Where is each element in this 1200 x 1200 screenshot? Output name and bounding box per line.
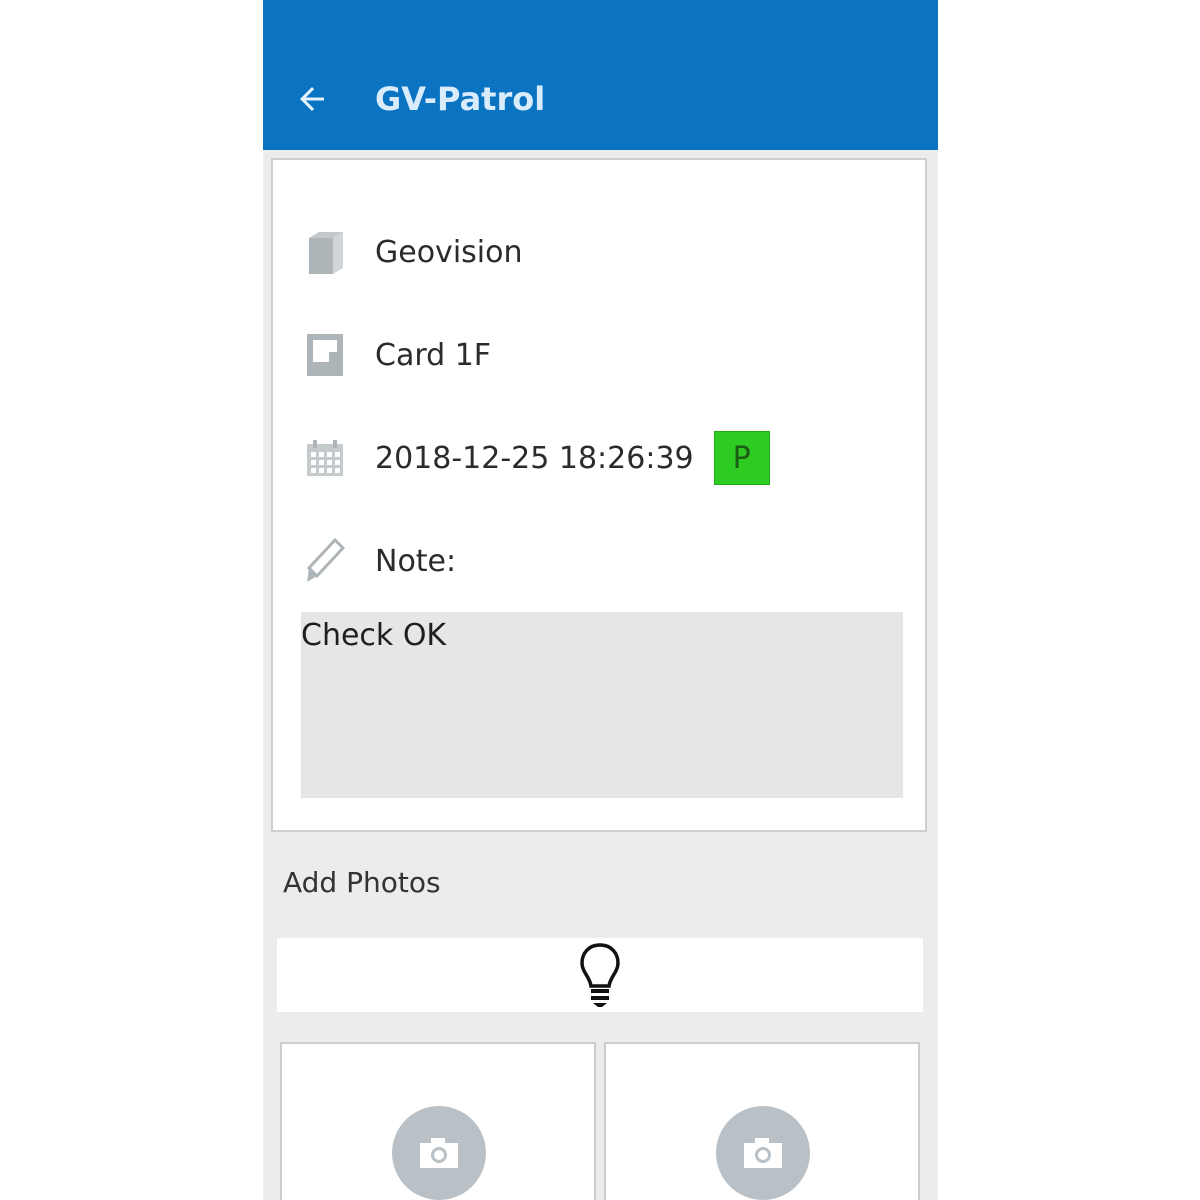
status-badge: P [713, 431, 770, 485]
note-row: Note: [303, 533, 456, 589]
app-bar: GV-Patrol [263, 0, 938, 150]
checkpoint-row: Card 1F [303, 327, 491, 383]
camera-icon [392, 1106, 486, 1200]
site-row: Geovision [303, 224, 522, 280]
arrow-left-icon [300, 87, 324, 111]
note-field[interactable]: Check OK [301, 612, 903, 798]
pencil-icon [303, 536, 347, 586]
checkpoint-name: Card 1F [375, 337, 492, 373]
tip-button[interactable] [277, 938, 923, 1012]
card-reader-icon [303, 330, 347, 380]
camera-icon [716, 1106, 810, 1200]
note-label: Note: [375, 543, 457, 579]
app-screen: GV-Patrol Geovision Card 1F 2018-12-25 1… [263, 0, 938, 1200]
lightbulb-icon [580, 943, 620, 1007]
add-photos-label: Add Photos [283, 866, 441, 899]
site-name: Geovision [375, 234, 523, 270]
page-title: GV-Patrol [375, 80, 546, 118]
calendar-icon [303, 433, 347, 483]
datetime-row: 2018-12-25 18:26:39 P [303, 430, 770, 486]
patrol-record-card: Geovision Card 1F 2018-12-25 18:26:39 P … [271, 158, 927, 832]
photo-slot-1[interactable] [280, 1042, 596, 1200]
building-icon [303, 227, 347, 277]
back-button[interactable] [289, 76, 335, 122]
photo-slot-2[interactable] [604, 1042, 920, 1200]
scan-timestamp: 2018-12-25 18:26:39 [375, 440, 694, 476]
